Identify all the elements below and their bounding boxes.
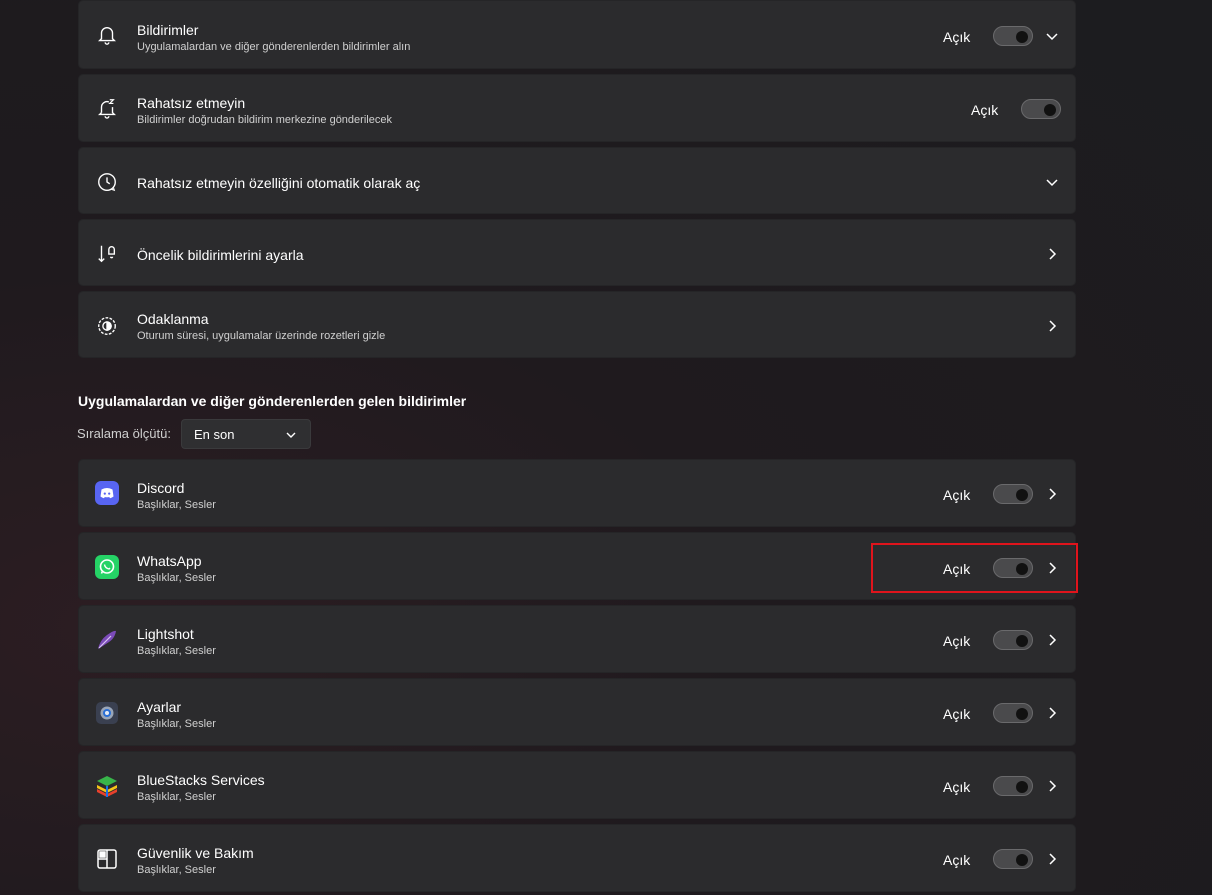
setting-title: Rahatsız etmeyin	[137, 95, 246, 111]
apps-section-title: Uygulamalardan ve diğer gönderenlerden g…	[78, 393, 467, 409]
toggle-state-label: Açık	[943, 29, 971, 45]
setting-title: Rahatsız etmeyin özelliğini otomatik ola…	[137, 175, 421, 191]
focus-icon	[95, 314, 119, 338]
setting-subtitle: Bildirimler doğrudan bildirim merkezine …	[137, 114, 392, 126]
sort-label: Sıralama ölçütü:	[77, 426, 171, 441]
app-subtitle: Başlıklar, Sesler	[137, 572, 216, 584]
chevron-right-icon[interactable]	[1045, 633, 1059, 647]
app-row-security-maintenance[interactable]: Güvenlik ve Bakım Başlıklar, Sesler Açık	[78, 824, 1076, 892]
setting-title: Odaklanma	[137, 311, 209, 327]
setting-card-focus[interactable]: Odaklanma Oturum süresi, uygulamalar üze…	[78, 291, 1076, 358]
settings-gear-icon	[95, 701, 119, 725]
chevron-down-icon[interactable]	[1045, 175, 1059, 189]
sort-value: En son	[194, 427, 235, 442]
app-subtitle: Başlıklar, Sesler	[137, 499, 216, 511]
toggle-state-label: Açık	[943, 852, 971, 868]
setting-title: Öncelik bildirimlerini ayarla	[137, 247, 304, 263]
chevron-right-icon[interactable]	[1045, 247, 1059, 261]
whatsapp-icon	[95, 555, 119, 579]
toggle-state-label: Açık	[943, 633, 971, 649]
chevron-right-icon[interactable]	[1045, 487, 1059, 501]
setting-title: Bildirimler	[137, 22, 199, 38]
app-row-discord[interactable]: Discord Başlıklar, Sesler Açık	[78, 459, 1076, 527]
app-subtitle: Başlıklar, Sesler	[137, 645, 216, 657]
security-maintenance-toggle[interactable]	[993, 849, 1033, 869]
setting-card-do-not-disturb[interactable]: Rahatsız etmeyin Bildirimler doğrudan bi…	[78, 74, 1076, 142]
app-subtitle: Başlıklar, Sesler	[137, 718, 216, 730]
chevron-down-icon	[286, 432, 296, 438]
notifications-toggle[interactable]	[993, 26, 1033, 46]
highlight-box	[871, 543, 1078, 593]
bluestacks-icon	[95, 774, 119, 798]
bluestacks-toggle[interactable]	[993, 776, 1033, 796]
app-name: Güvenlik ve Bakım	[137, 845, 254, 861]
chevron-right-icon[interactable]	[1045, 706, 1059, 720]
bell-snooze-icon	[95, 96, 119, 120]
chevron-right-icon[interactable]	[1045, 319, 1059, 333]
priority-sort-icon	[95, 242, 119, 266]
toggle-state-label: Açık	[943, 706, 971, 722]
app-name: Discord	[137, 480, 185, 496]
app-name: BlueStacks Services	[137, 772, 265, 788]
chevron-right-icon[interactable]	[1045, 779, 1059, 793]
app-subtitle: Başlıklar, Sesler	[137, 791, 216, 803]
bell-icon	[95, 23, 119, 47]
setting-card-notifications[interactable]: Bildirimler Uygulamalardan ve diğer gönd…	[78, 0, 1076, 69]
setting-subtitle: Uygulamalardan ve diğer gönderenlerden b…	[137, 41, 411, 53]
lightshot-feather-icon	[95, 628, 119, 652]
toggle-state-label: Açık	[971, 102, 999, 118]
setting-card-priority[interactable]: Öncelik bildirimlerini ayarla	[78, 219, 1076, 286]
security-maintenance-icon	[95, 847, 119, 871]
setting-card-auto-dnd[interactable]: Rahatsız etmeyin özelliğini otomatik ola…	[78, 147, 1076, 214]
app-row-lightshot[interactable]: Lightshot Başlıklar, Sesler Açık	[78, 605, 1076, 673]
chevron-down-icon[interactable]	[1045, 29, 1059, 43]
clock-icon	[95, 170, 119, 194]
lightshot-toggle[interactable]	[993, 630, 1033, 650]
discord-icon	[95, 481, 119, 505]
app-row-settings[interactable]: Ayarlar Başlıklar, Sesler Açık	[78, 678, 1076, 746]
app-row-bluestacks[interactable]: BlueStacks Services Başlıklar, Sesler Aç…	[78, 751, 1076, 819]
app-name: Lightshot	[137, 626, 194, 642]
do-not-disturb-toggle[interactable]	[1021, 99, 1061, 119]
setting-subtitle: Oturum süresi, uygulamalar üzerinde roze…	[137, 330, 386, 342]
toggle-state-label: Açık	[943, 779, 971, 795]
sort-dropdown[interactable]: En son	[181, 419, 311, 449]
chevron-right-icon[interactable]	[1045, 852, 1059, 866]
app-subtitle: Başlıklar, Sesler	[137, 864, 216, 876]
app-name: WhatsApp	[137, 553, 202, 569]
toggle-state-label: Açık	[943, 487, 971, 503]
discord-toggle[interactable]	[993, 484, 1033, 504]
settings-toggle[interactable]	[993, 703, 1033, 723]
app-name: Ayarlar	[137, 699, 182, 715]
